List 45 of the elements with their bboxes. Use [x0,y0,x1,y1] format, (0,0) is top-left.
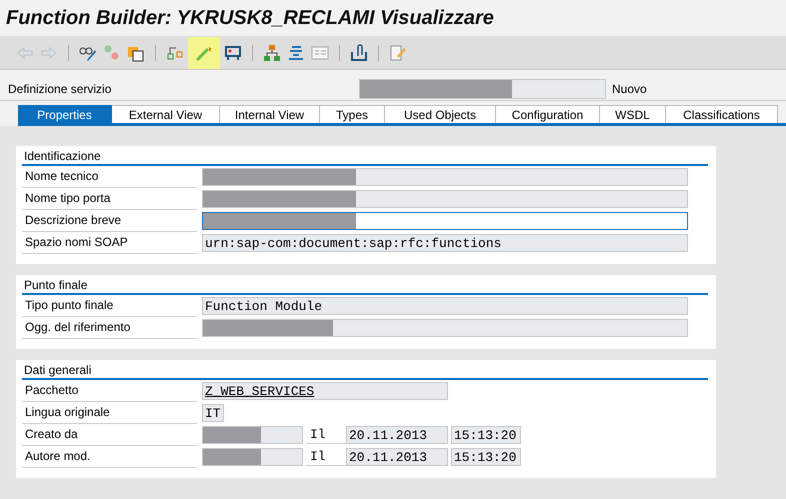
field-label: Tipo punto finale [22,295,197,317]
tab[interactable]: Properties [18,105,112,123]
tab[interactable]: External View [112,105,220,123]
circles-icon [103,44,121,62]
bars-icon [287,44,305,62]
tab[interactable]: Internal View [220,105,320,123]
field-value: Function Module [204,298,322,314]
field-label: Ogg. del riferimento [22,317,197,339]
field-label: Nome tipo porta [22,188,197,210]
group-title: Identificazione [24,149,101,163]
field-label: Spazio nomi SOAP [22,232,197,254]
field-value: urn:sap-com:document:sap:rfc:functions [204,236,502,250]
hierarchy-icon [263,44,281,62]
service-field[interactable] [359,79,606,99]
field-label: Definizione servizio [8,82,112,96]
tab[interactable]: WSDL [600,105,666,123]
tab[interactable]: Types [320,105,385,123]
forward-icon [40,44,58,62]
group-title: Punto finale [24,278,88,292]
field-label: Pacchetto [22,380,197,402]
tab[interactable]: Classifications [666,105,778,123]
field-value: 20.11.2013 [348,428,428,442]
clamp-icon [224,44,242,62]
wand-icon [195,44,213,62]
field-label: Autore mod. [22,446,197,468]
tab[interactable]: Configuration [496,105,600,123]
field-value: 15:13:20 [453,428,516,442]
field-value: 15:13:20 [453,450,516,464]
panel-icon [311,44,329,62]
tab[interactable]: Used Objects [385,105,496,123]
back-icon [16,44,34,62]
field-label: Lingua originale [22,402,197,424]
input-field[interactable] [202,212,688,230]
status-text: Nuovo [612,82,647,96]
field-value: 20.11.2013 [348,450,428,464]
copy-icon [127,44,145,62]
field-label: Creato da [22,424,197,446]
field-label: Descrizione breve [22,210,197,232]
field-label: Nome tecnico [22,166,197,188]
package-link[interactable]: Z_WEB_SERVICES [203,384,314,398]
field-value: IT [204,406,221,420]
group-title: Dati generali [24,363,92,377]
clip-box-icon [350,44,368,62]
window-title: Function Builder: YKRUSK8_RECLAMI Visualizzare [6,6,494,30]
notes-icon [389,44,407,62]
